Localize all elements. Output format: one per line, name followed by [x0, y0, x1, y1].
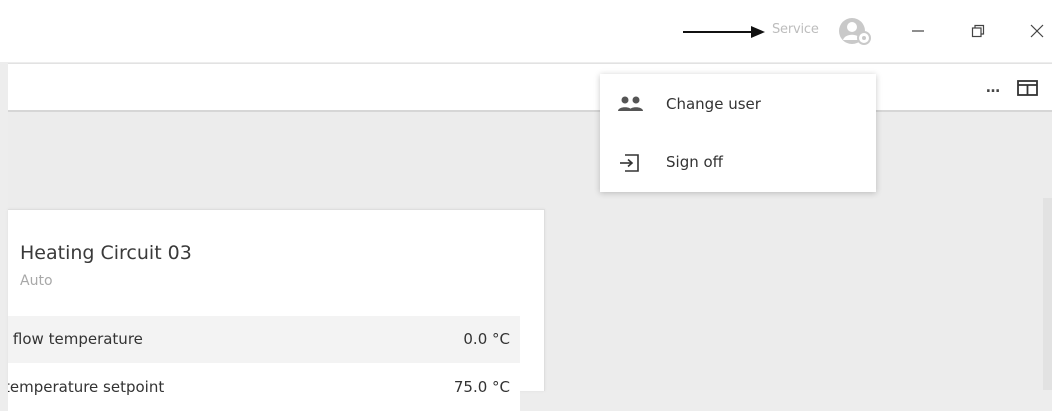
- users-icon: [618, 96, 643, 111]
- minimize-icon: [912, 30, 924, 32]
- menu-item-change-user[interactable]: Change user: [600, 80, 876, 130]
- heating-circuit-card[interactable]: Heating Circuit 03 Auto l flow temperatu…: [8, 209, 545, 411]
- restore-button[interactable]: [959, 14, 997, 48]
- data-row[interactable]: l flow temperature 0.0 °C: [8, 316, 520, 363]
- more-options-icon[interactable]: …: [979, 78, 1007, 98]
- current-user-label[interactable]: Service: [772, 22, 819, 37]
- row-label: l flow temperature: [8, 330, 143, 348]
- close-icon: [1030, 24, 1044, 38]
- restore-icon: [971, 24, 985, 38]
- split-pane-icon[interactable]: [1015, 78, 1041, 98]
- row-value: 0.0 °C: [463, 330, 510, 348]
- close-button[interactable]: [1018, 14, 1052, 48]
- user-menu: Change user Sign off: [600, 74, 876, 192]
- minimize-button[interactable]: [899, 14, 937, 48]
- row-value: 75.0 °C: [453, 378, 510, 396]
- menu-item-sign-off[interactable]: Sign off: [600, 138, 876, 188]
- menu-item-label: Sign off: [666, 153, 723, 171]
- card-subtitle: Auto: [20, 273, 53, 289]
- user-settings-icon[interactable]: [838, 17, 874, 47]
- title-bar: Service: [0, 0, 1052, 62]
- row-label: temperature setpoint: [8, 378, 165, 396]
- menu-item-label: Change user: [666, 95, 761, 113]
- card-title: Heating Circuit 03: [20, 242, 192, 264]
- data-row[interactable]: temperature setpoint 75.0 °C: [8, 364, 520, 411]
- right-arrow-icon: [683, 26, 765, 38]
- sign-off-icon: [620, 154, 639, 172]
- scrollbar[interactable]: [1043, 198, 1052, 390]
- toolbar: …: [8, 63, 1052, 112]
